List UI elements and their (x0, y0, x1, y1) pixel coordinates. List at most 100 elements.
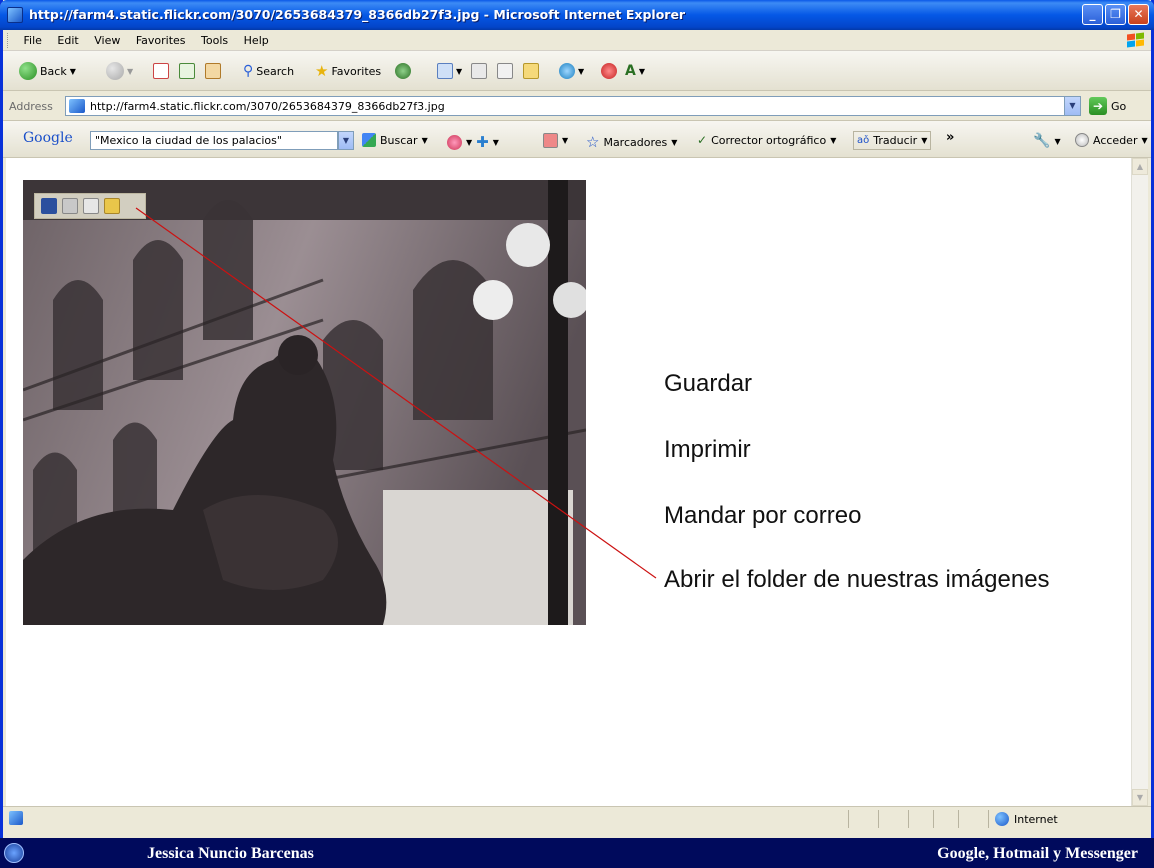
search-button[interactable]: ⚲ Search (243, 60, 294, 82)
taskbar: Jessica Nuncio Barcenas Google, Hotmail … (0, 838, 1154, 868)
edit-page-icon (497, 63, 513, 79)
annotation-line (135, 207, 657, 579)
messenger-button[interactable]: ▼ (559, 60, 584, 82)
menu-grip (7, 33, 10, 48)
stop-icon (153, 63, 169, 79)
media-button[interactable] (395, 60, 411, 82)
minimize-button[interactable]: _ (1082, 4, 1103, 25)
ie-page-icon (7, 7, 23, 23)
address-dropdown-icon[interactable]: ▼ (1064, 97, 1080, 115)
stop-button[interactable] (153, 60, 169, 82)
marcadores-dropdown-icon[interactable]: ▼ (671, 138, 677, 147)
maximize-button[interactable]: ❐ (1105, 4, 1126, 25)
favorites-label: Favorites (331, 64, 382, 78)
address-input[interactable]: http://farm4.static.flickr.com/3070/2653… (65, 96, 1081, 116)
vertical-scrollbar[interactable]: ▲ ▼ (1131, 158, 1148, 806)
home-button[interactable] (205, 60, 221, 82)
refresh-button[interactable] (179, 60, 195, 82)
traducir-dropdown-icon[interactable]: ▼ (921, 136, 927, 145)
menu-help[interactable]: Help (238, 30, 275, 47)
messenger-icon (559, 63, 575, 79)
menu-view[interactable]: View (88, 30, 126, 47)
google-search-input[interactable]: "Mexico la ciudad de los palacios" (90, 131, 338, 150)
print-button[interactable] (471, 60, 487, 82)
back-label: Back (40, 64, 67, 78)
google-tools-button[interactable]: ▼ ✚ ▼ (447, 133, 499, 151)
title-bar[interactable]: http://farm4.static.flickr.com/3070/2653… (0, 0, 1154, 30)
address-bar: Address http://farm4.static.flickr.com/3… (3, 91, 1151, 121)
history-dropdown-icon[interactable]: ▼ (456, 67, 462, 76)
folder-button[interactable] (523, 60, 539, 82)
translate-letters-icon: aǒ (857, 135, 870, 146)
close-button[interactable]: ✕ (1128, 4, 1149, 25)
research-button[interactable] (601, 60, 617, 82)
bookmark-star-icon: ☆ (586, 133, 600, 151)
printer-icon (471, 63, 487, 79)
window-title: http://farm4.static.flickr.com/3070/2653… (29, 7, 686, 22)
security-zone[interactable]: Internet (995, 812, 1058, 826)
scroll-up-icon[interactable]: ▲ (1132, 158, 1148, 175)
go-button[interactable]: ➔ Go (1089, 97, 1126, 115)
forward-dropdown-icon[interactable]: ▼ (127, 67, 133, 76)
label-imprimir: Imprimir (664, 436, 751, 463)
acceder-dropdown-icon[interactable]: ▼ (1141, 136, 1147, 145)
back-button[interactable]: Back ▼ (19, 60, 76, 82)
favorites-button[interactable]: ★ Favorites (315, 60, 381, 82)
buscar-button[interactable]: Buscar ▼ (362, 133, 428, 147)
plus-icon[interactable]: ✚ (476, 133, 489, 151)
back-dropdown-icon[interactable]: ▼ (70, 67, 76, 76)
popup-dropdown-icon[interactable]: ▼ (562, 136, 568, 145)
refresh-icon (179, 63, 195, 79)
status-divider (988, 810, 989, 828)
traducir-button[interactable]: aǒ Traducir ▼ (853, 131, 932, 150)
history-button[interactable]: ▼ (437, 60, 462, 82)
edit-button[interactable] (497, 60, 513, 82)
google-search-dropdown-icon[interactable]: ▼ (338, 131, 354, 150)
go-arrow-icon: ➔ (1089, 97, 1107, 115)
buscar-dropdown-icon[interactable]: ▼ (422, 136, 428, 145)
wrench-dropdown-icon[interactable]: ▼ (1054, 137, 1060, 146)
translate-icon: A (625, 63, 636, 79)
news-dropdown-icon[interactable]: ▼ (466, 138, 472, 147)
translate-dropdown-icon[interactable]: ▼ (639, 67, 645, 76)
plus-dropdown-icon[interactable]: ▼ (493, 138, 499, 147)
taskbar-topic: Google, Hotmail y Messenger (937, 845, 1138, 862)
spellcheck-icon: ✓ (697, 133, 708, 147)
messenger-dropdown-icon[interactable]: ▼ (578, 67, 584, 76)
corrector-label: Corrector ortográfico (711, 133, 827, 147)
label-abrir: Abrir el folder de nuestras imágenes (664, 566, 1050, 593)
more-chevron-icon[interactable]: » (946, 130, 954, 145)
status-divider (933, 810, 934, 828)
menu-bar: File Edit View Favorites Tools Help (3, 30, 1151, 51)
menu-file[interactable]: File (18, 30, 48, 47)
status-bar: Internet (3, 806, 1151, 830)
translate-button[interactable]: A ▼ (625, 60, 645, 82)
scroll-down-icon[interactable]: ▼ (1132, 789, 1148, 806)
wrench-button[interactable]: 🔧 ▼ (1033, 133, 1061, 149)
page-content: Guardar Imprimir Mandar por correo Abrir… (6, 158, 1131, 806)
browser-window: http://farm4.static.flickr.com/3070/2653… (0, 0, 1154, 838)
buscar-label: Buscar (380, 133, 418, 147)
marcadores-label: Marcadores (603, 135, 668, 149)
menu-tools[interactable]: Tools (195, 30, 234, 47)
corrector-button[interactable]: ✓ Corrector ortográfico ▼ (697, 133, 836, 147)
wrench-icon: 🔧 (1033, 133, 1051, 149)
marcadores-button[interactable]: ☆ Marcadores ▼ (586, 133, 677, 151)
star-icon: ★ (315, 62, 329, 80)
label-mandar: Mandar por correo (664, 502, 862, 529)
forward-arrow-icon (106, 62, 124, 80)
menu-edit[interactable]: Edit (51, 30, 84, 47)
menu-favorites[interactable]: Favorites (130, 30, 192, 47)
popup-blocker-icon (543, 133, 558, 148)
acceder-button[interactable]: Acceder ▼ (1075, 133, 1148, 147)
google-logo: Google (23, 130, 73, 146)
start-orb-icon[interactable] (4, 843, 24, 863)
popup-blocker-button[interactable]: ▼ (543, 133, 568, 148)
corrector-dropdown-icon[interactable]: ▼ (830, 136, 836, 145)
taskbar-author: Jessica Nuncio Barcenas (147, 845, 314, 862)
label-guardar: Guardar (664, 370, 753, 397)
page-icon (69, 99, 85, 113)
forward-button[interactable]: ▼ (106, 60, 133, 82)
search-label: Search (256, 64, 295, 78)
account-icon (1075, 133, 1089, 147)
